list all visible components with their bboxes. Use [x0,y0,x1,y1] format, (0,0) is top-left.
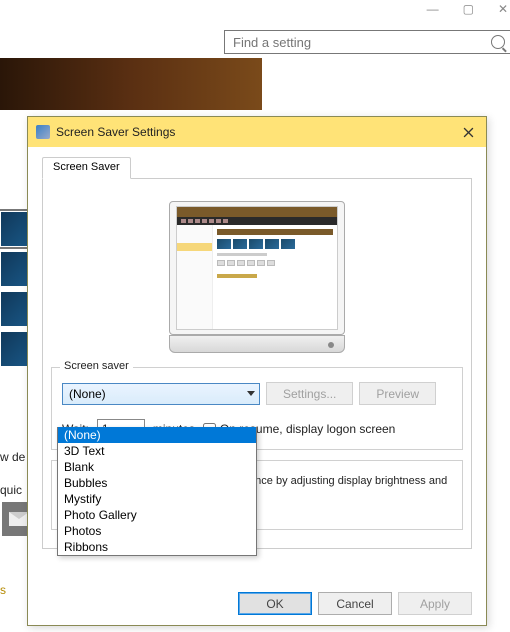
search-icon [491,35,505,49]
screensaver-preview-monitor [169,201,345,353]
settings-button[interactable]: Settings... [266,382,353,405]
close-button[interactable] [458,122,478,142]
dropdown-option-mystify[interactable]: Mystify [58,491,256,507]
tab-screen-saver[interactable]: Screen Saver [42,157,131,179]
bg-text-fragment: quic [0,483,22,497]
settings-search-box[interactable] [224,30,510,54]
screensaver-combobox[interactable]: (None) [62,383,260,405]
screensaver-dropdown-list[interactable]: (None) 3D Text Blank Bubbles Mystify Pho… [57,427,257,556]
group-label: Screen saver [60,360,133,372]
ok-button[interactable]: OK [238,592,312,615]
bg-text-fragment: s [0,583,6,597]
dropdown-option-photos[interactable]: Photos [58,523,256,539]
bg-window-controls: —▢✕ [427,2,508,16]
dropdown-option-bubbles[interactable]: Bubbles [58,475,256,491]
settings-search-input[interactable] [233,35,473,50]
chevron-down-icon [247,391,255,396]
dropdown-option-photogallery[interactable]: Photo Gallery [58,507,256,523]
combobox-value: (None) [69,387,106,401]
tab-strip: Screen Saver [42,157,472,179]
dropdown-option-ribbons[interactable]: Ribbons [58,539,256,555]
dropdown-option-none[interactable]: (None) [58,427,256,443]
bg-text-fragment: w de [0,450,25,464]
dialog-icon [36,125,50,139]
apply-button[interactable]: Apply [398,592,472,615]
bg-hero-image [0,58,262,110]
dialog-title: Screen Saver Settings [56,125,175,139]
dropdown-option-3dtext[interactable]: 3D Text [58,443,256,459]
dropdown-option-blank[interactable]: Blank [58,459,256,475]
dialog-titlebar: Screen Saver Settings [28,117,486,147]
cancel-button[interactable]: Cancel [318,592,392,615]
preview-button[interactable]: Preview [359,382,436,405]
